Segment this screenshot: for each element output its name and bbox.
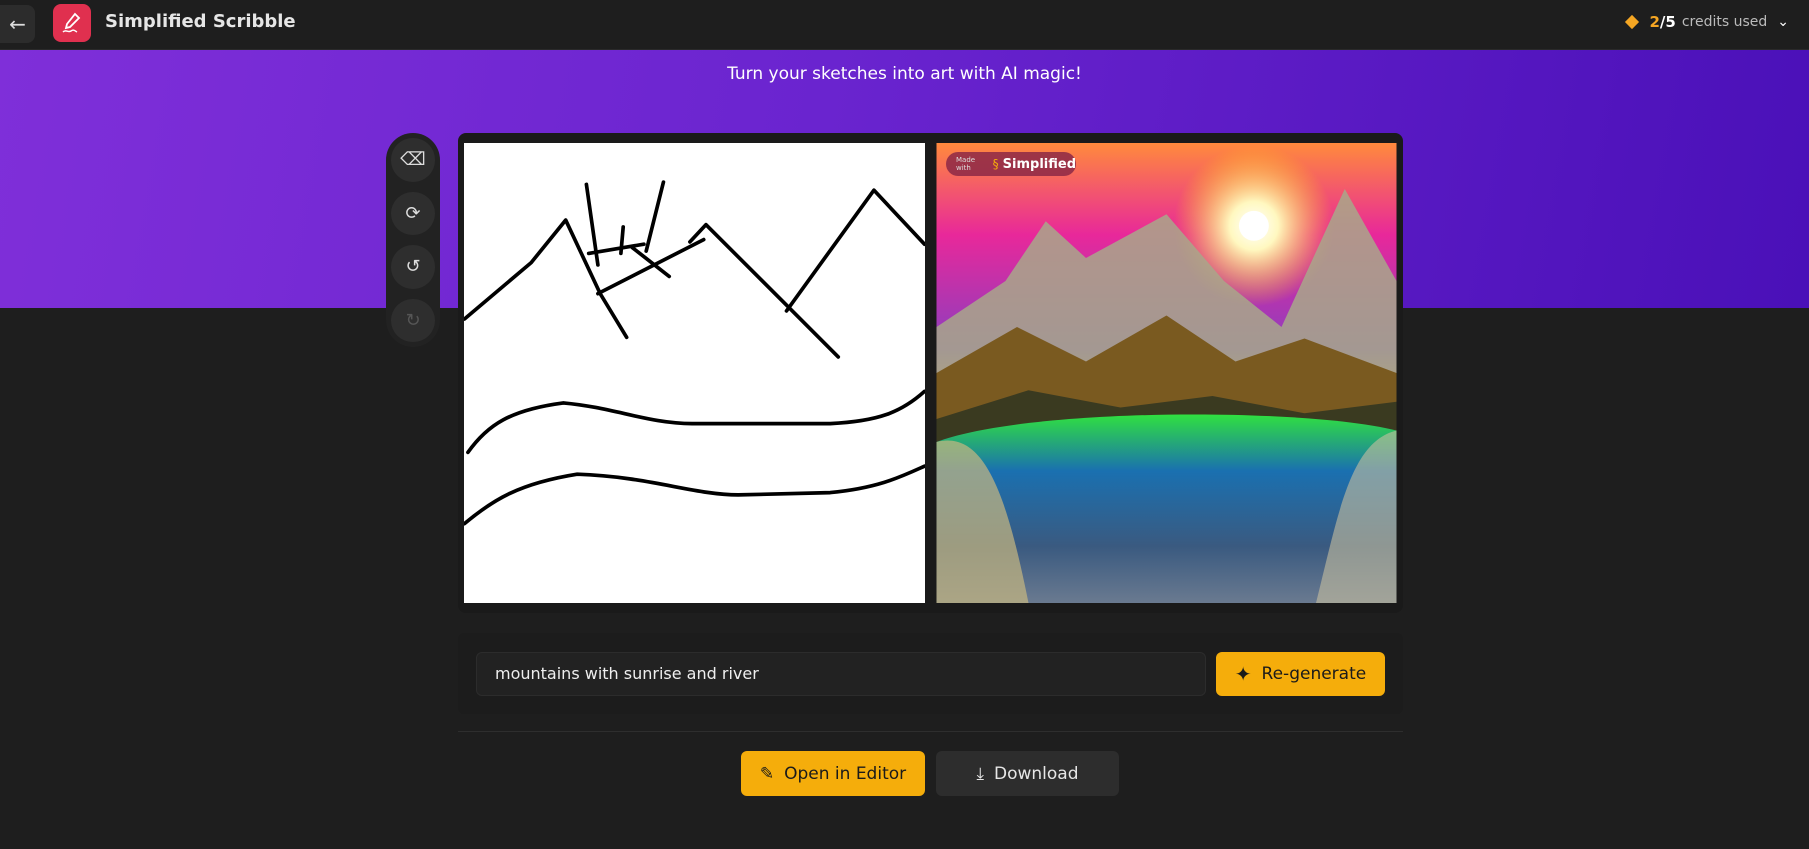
generated-artwork [936,143,1397,603]
regenerate-label: Re-generate [1261,664,1367,684]
app-title: Simplified Scribble [105,11,296,32]
download-icon: ⤓ [976,763,984,784]
generated-image[interactable]: Made with § Simplified [936,143,1397,603]
download-button[interactable]: ⤓ Download [936,751,1119,796]
pencil-icon: ✎ [759,763,775,784]
undo-icon: ↺ [405,256,421,278]
credits-menu[interactable]: 2/5 credits used ⌄ [1625,13,1789,31]
watermark-badge: Made with § Simplified [946,152,1076,176]
arrow-left-icon: ← [9,12,26,36]
prompt-panel: mountains with sunrise and river ✦ Re-ge… [458,633,1403,714]
redo-icon: ↻ [405,309,421,331]
undo-button[interactable]: ↺ [391,245,435,289]
open-in-editor-button[interactable]: ✎ Open in Editor [741,751,925,796]
refresh-icon: ⟳ [405,202,421,224]
download-label: Download [994,763,1079,784]
watermark-brand: Simplified [1002,156,1076,172]
eraser-icon: ⌫ [400,149,426,171]
canvas-card: Made with § Simplified [458,133,1403,613]
drawing-toolbar: ⌫ ⟳ ↺ ↻ [386,133,440,347]
credits-total: 5 [1665,13,1676,31]
sketch-drawing [462,180,927,526]
clear-button[interactable]: ⟳ [391,191,435,235]
back-button[interactable]: ← [0,5,35,43]
simplified-logo-icon: § [992,157,999,171]
prompt-input[interactable]: mountains with sunrise and river [476,652,1206,696]
watermark-prefix: Made with [956,156,976,172]
diamond-icon [1625,14,1640,30]
sketch-canvas[interactable] [462,143,927,603]
redo-button[interactable]: ↻ [391,298,435,342]
chevron-down-icon: ⌄ [1777,14,1789,30]
credits-label: credits used [1681,14,1768,30]
regenerate-button[interactable]: ✦ Re-generate [1216,652,1385,696]
pencil-scribble-icon [62,12,81,33]
divider [458,731,1403,732]
app-logo [53,4,91,42]
eraser-button[interactable]: ⌫ [391,138,435,182]
tagline: Turn your sketches into art with AI magi… [727,64,1082,84]
credits-used: 2 [1649,13,1660,31]
open-in-editor-label: Open in Editor [784,763,907,784]
top-bar: ← Simplified Scribble 2/5 credits used ⌄ [0,0,1809,50]
sparkles-icon: ✦ [1234,662,1252,686]
